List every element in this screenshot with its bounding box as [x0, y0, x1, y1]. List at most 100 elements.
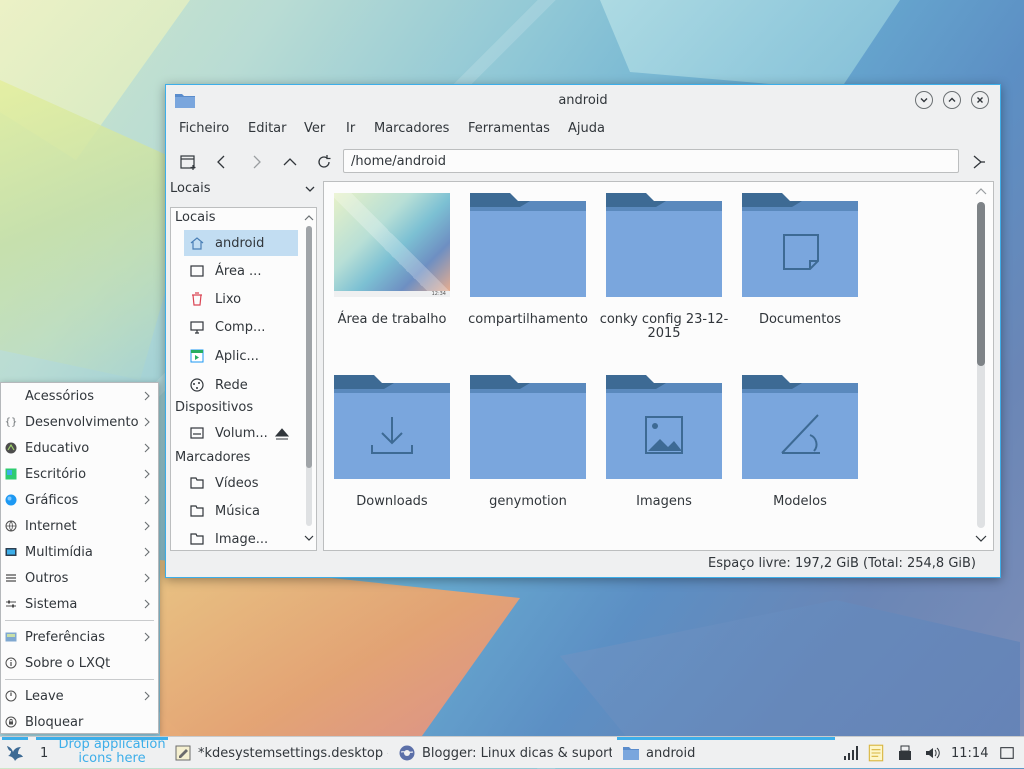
menu-item-label: Sobre o LXQt [25, 655, 111, 671]
file-item-folder[interactable]: compartilhamento [463, 193, 593, 327]
free-space-text: Espaço livre: 197,2 GiB (Total: 254,8 Gi… [708, 556, 976, 571]
scrollbar-thumb[interactable] [977, 202, 985, 366]
file-item-templates[interactable]: Modelos [735, 375, 865, 509]
clipboard-tray[interactable] [866, 737, 886, 769]
place-computer[interactable]: Comp... [184, 314, 298, 340]
scroll-up-icon[interactable] [304, 214, 314, 222]
show-desktop-button[interactable] [999, 737, 1015, 769]
places-scrollbar[interactable] [306, 226, 312, 526]
menu-item-label: Sistema [25, 596, 78, 612]
forward-button[interactable] [244, 151, 268, 173]
code-braces-icon: {} [4, 416, 18, 428]
menu-ir[interactable]: Ir [346, 121, 355, 136]
folder-icon [606, 193, 722, 297]
maximize-button[interactable] [943, 91, 961, 109]
minimize-button[interactable] [915, 91, 933, 109]
removable-media-tray[interactable] [896, 737, 914, 769]
file-item-documents[interactable]: Documentos [735, 193, 865, 327]
menu-item-system[interactable]: Sistema [1, 591, 158, 617]
chevron-right-icon [144, 391, 150, 401]
item-label: Área de trabalho [337, 312, 447, 327]
file-item-folder[interactable]: conky config 23-12-2015 [599, 193, 729, 341]
menu-item-graphics[interactable]: Gráficos [1, 487, 158, 513]
place-applications[interactable]: Aplic... [184, 343, 298, 369]
place-desktop[interactable]: Área ... [184, 258, 298, 284]
new-tab-button[interactable] [176, 151, 200, 173]
file-item-folder[interactable]: genymotion [463, 375, 593, 509]
folder-documents-icon [742, 193, 858, 297]
place-android[interactable]: android [184, 230, 298, 256]
reload-button[interactable] [312, 151, 336, 173]
place-network[interactable]: Rede [184, 372, 298, 398]
task-android[interactable]: android [622, 737, 832, 769]
volume-icon [926, 747, 940, 759]
lxqt-logo-icon [7, 746, 23, 761]
task-label: android [646, 745, 696, 761]
menu-item-label: Internet [25, 518, 77, 534]
file-item-pictures[interactable]: Imagens [599, 375, 729, 509]
file-item-desktop[interactable]: 12:34 Área de trabalho [327, 193, 457, 327]
task-kdesystemsettings[interactable]: *kdesystemsettings.desktop - [174, 737, 388, 769]
file-item-downloads[interactable]: Downloads [327, 375, 457, 509]
menu-item-lock[interactable]: Bloquear [1, 709, 158, 735]
bookmark-images[interactable]: Image... [184, 526, 298, 550]
folder-icon [622, 744, 640, 762]
menu-item-office[interactable]: Escritório [1, 461, 158, 487]
close-button[interactable] [971, 91, 989, 109]
start-menu-button[interactable] [3, 737, 27, 769]
back-button[interactable] [210, 151, 234, 173]
computer-icon [189, 319, 205, 335]
show-desktop-icon [1000, 747, 1014, 759]
chevron-right-icon [144, 469, 150, 479]
file-view-scrollbar[interactable] [977, 202, 985, 528]
wallpaper-facet [600, 0, 900, 90]
menu-item-accessories[interactable]: Acessórios [1, 383, 158, 409]
menu-item-internet[interactable]: Internet [1, 513, 158, 539]
menu-item-label: Educativo [25, 440, 90, 456]
eject-icon[interactable] [274, 426, 290, 442]
clock-time: 11:14 [951, 745, 989, 761]
bookmark-videos[interactable]: Vídeos [184, 470, 298, 496]
volume-tray[interactable] [924, 737, 942, 769]
menu-ferramentas[interactable]: Ferramentas [468, 121, 550, 136]
menu-ajuda[interactable]: Ajuda [568, 121, 605, 136]
menu-item-preferences[interactable]: Preferências [1, 624, 158, 650]
office-icon [5, 468, 17, 480]
menu-item-label: Escritório [25, 466, 87, 482]
clock[interactable]: 11:14 [951, 737, 988, 769]
scroll-down-icon[interactable] [975, 534, 987, 542]
scrollbar-thumb[interactable] [306, 226, 312, 468]
task-blogger[interactable]: Blogger: Linux dicas & suporte [398, 737, 612, 769]
folder-outline-icon [189, 531, 205, 547]
file-manager-window: android Ficheiro Editar Ver Ir Marcadore… [165, 84, 1001, 578]
window-titlebar[interactable]: android [166, 85, 1000, 117]
menu-item-multimedia[interactable]: Multimídia [1, 539, 158, 565]
menu-item-about-lxqt[interactable]: Sobre o LXQt [1, 650, 158, 676]
menu-item-other[interactable]: Outros [1, 565, 158, 591]
side-pane-mode-select[interactable]: Locais [170, 181, 318, 201]
place-label: android [215, 235, 265, 251]
menu-editar[interactable]: Editar [248, 121, 287, 136]
place-trash[interactable]: Lixo [184, 286, 298, 312]
network-tray[interactable] [842, 737, 860, 769]
menu-item-label: Gráficos [25, 492, 79, 508]
menu-item-leave[interactable]: Leave [1, 683, 158, 709]
browser-globe-icon [398, 744, 416, 762]
applications-icon [189, 348, 205, 364]
up-button[interactable] [278, 151, 302, 173]
reload-icon [318, 155, 331, 168]
menu-item-education[interactable]: Educativo [1, 435, 158, 461]
desktop-switch-1[interactable]: 1 [40, 737, 48, 769]
place-label: Volum... [215, 425, 268, 441]
scroll-down-icon[interactable] [304, 534, 314, 542]
bookmark-music[interactable]: Música [184, 498, 298, 524]
location-input[interactable]: /home/android [343, 149, 959, 173]
scroll-up-icon[interactable] [975, 188, 987, 196]
menu-item-development[interactable]: {} Desenvolvimento [1, 409, 158, 435]
preferences-icon [5, 631, 17, 643]
menu-ficheiro[interactable]: Ficheiro [179, 121, 229, 136]
menu-marcadores[interactable]: Marcadores [374, 121, 449, 136]
go-button[interactable] [966, 151, 990, 173]
chevron-right-icon [144, 573, 150, 583]
menu-ver[interactable]: Ver [304, 121, 325, 136]
